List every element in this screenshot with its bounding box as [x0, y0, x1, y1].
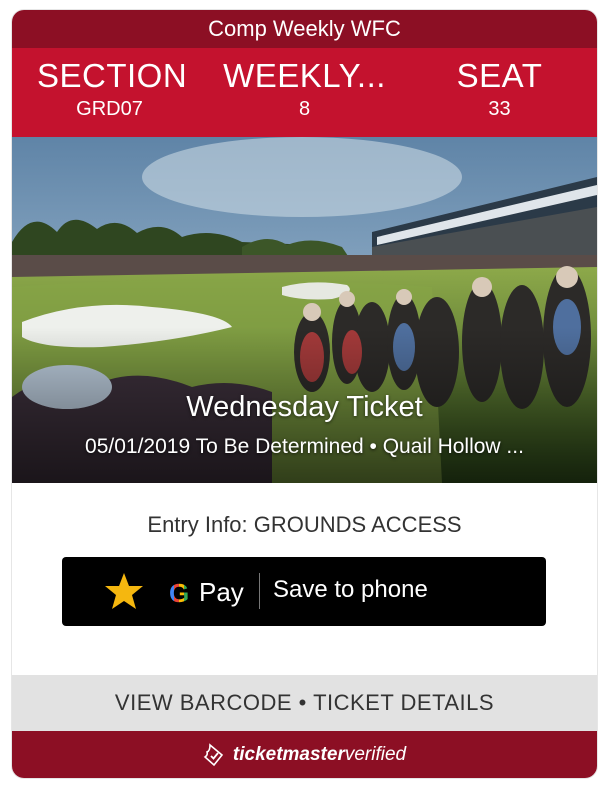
ticket-card[interactable]: Comp Weekly WFC SECTION GRD07 WEEKLY... …: [12, 10, 597, 778]
ticketmaster-verified-bar: ticketmasterverified: [12, 731, 597, 778]
google-g-logo: G: [169, 578, 190, 608]
star-icon: [105, 573, 143, 609]
event-date-venue: 05/01/2019 To Be Determined • Quail Holl…: [85, 435, 524, 458]
row-value: 8: [298, 98, 311, 120]
save-to-phone-label: Save to phone: [273, 576, 428, 603]
section-label: SECTION: [37, 57, 188, 94]
section-info: SECTION GRD07: [37, 57, 188, 124]
google-pay-save-button[interactable]: G Pay Save to phone: [62, 557, 546, 626]
pay-label: Pay: [199, 577, 244, 607]
row-info: WEEKLY... 8: [212, 58, 397, 124]
ticketmaster-verified-icon: [203, 742, 224, 766]
ticketmaster-verified-text: ticketmasterverified: [232, 743, 407, 765]
event-hero-image: Wednesday Ticket 05/01/2019 To Be Determ…: [12, 137, 597, 483]
seat-info-bar: SECTION GRD07 WEEKLY... 8 SEAT 33: [12, 48, 597, 137]
view-barcode-ticket-details-button[interactable]: VIEW BARCODE • TICKET DETAILS: [12, 675, 597, 731]
separator: [259, 573, 260, 609]
section-value: GRD07: [76, 98, 143, 120]
golf-course-photo: [12, 137, 597, 483]
seat-info: SEAT 33: [437, 58, 562, 124]
event-header: Comp Weekly WFC: [12, 10, 597, 48]
row-label: WEEKLY...: [223, 57, 386, 94]
event-title: Wednesday Ticket: [186, 391, 423, 423]
entry-info: Entry Info: GROUNDS ACCESS: [147, 512, 462, 537]
seat-label: SEAT: [456, 57, 543, 94]
seat-value: 33: [488, 98, 511, 120]
event-name: Comp Weekly WFC: [208, 16, 401, 41]
barcode-details-label: VIEW BARCODE • TICKET DETAILS: [114, 690, 495, 715]
